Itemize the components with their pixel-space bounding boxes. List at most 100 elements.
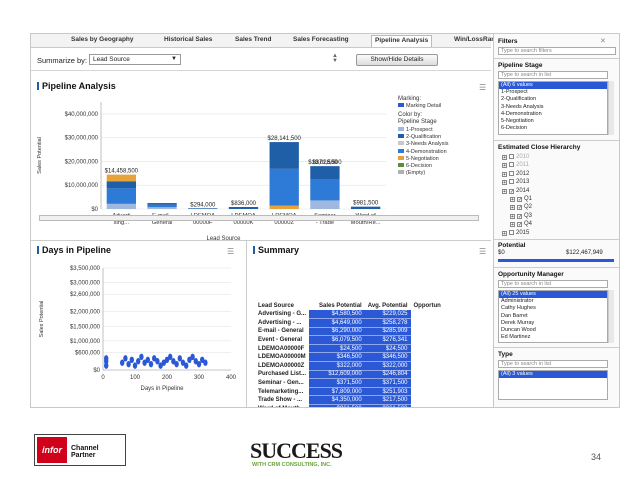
- filters-close-icon[interactable]: ✕: [600, 37, 606, 45]
- days-panel-menu-icon[interactable]: ☰: [227, 247, 234, 256]
- manager-list-item[interactable]: Administrator: [499, 298, 607, 305]
- table-row[interactable]: LDEMOA00000Z $322,000 $322,000: [255, 361, 444, 371]
- table-row[interactable]: Telemarketing... $7,809,000 $251,903: [255, 387, 444, 397]
- table-row[interactable]: LDEMOA00000M $346,500 $346,500: [255, 352, 444, 363]
- stage-list-item[interactable]: 5-Negotiation: [499, 118, 607, 125]
- table-row[interactable]: Seminar - Gen... $371,500 $371,500: [255, 378, 444, 388]
- y-tick-label: $1,500,000: [70, 324, 101, 330]
- checkbox[interactable]: [509, 229, 514, 235]
- summary-column-header[interactable]: Lead Source: [255, 301, 309, 310]
- tree-node[interactable]: +2013: [502, 179, 532, 187]
- type-list-item[interactable]: (All) 3 values: [499, 371, 607, 379]
- stage-list-scrollbar[interactable]: [608, 81, 614, 135]
- tab-sales-trend[interactable]: Sales Trend: [235, 36, 272, 48]
- checkbox[interactable]: ✓: [517, 196, 522, 202]
- close-hierarchy-tree[interactable]: +2010 +2011 +2012 +2013 + ✓ 2014 + ✓ Q1 + ✓ Q2 + ✓ Q3 + ✓…: [502, 154, 532, 238]
- manager-list-item[interactable]: Derek Murray: [499, 320, 607, 327]
- tab-historical-sales[interactable]: Historical Sales: [164, 36, 212, 48]
- manager-list-scrollbar[interactable]: [608, 290, 614, 343]
- potential-range-slider[interactable]: [498, 259, 614, 262]
- legend-item[interactable]: 6-Decision: [398, 163, 432, 169]
- legend-item[interactable]: 2-Qualification: [398, 134, 441, 140]
- bar-segment: [310, 166, 340, 179]
- summary-cell-empty: [411, 396, 444, 405]
- expand-icon[interactable]: +: [502, 155, 507, 161]
- checkbox[interactable]: [509, 154, 514, 159]
- checkbox[interactable]: ✓: [517, 222, 522, 228]
- table-row[interactable]: Trade Show - ... $4,350,000 $217,500: [255, 395, 444, 406]
- table-row[interactable]: Word of Mouth...$961,500$961,500: [255, 404, 444, 407]
- expand-icon[interactable]: +: [502, 171, 507, 177]
- stage-list-item[interactable]: 2-Qualification: [499, 96, 607, 103]
- expand-icon[interactable]: +: [502, 180, 507, 186]
- panel-menu-icon[interactable]: ☰: [479, 83, 486, 92]
- stage-list-item[interactable]: (All) 6 values: [499, 82, 607, 90]
- tab-sales-by-geography[interactable]: Sales by Geography: [71, 36, 134, 48]
- summary-column-header[interactable]: Avg. Potential: [365, 301, 411, 310]
- manager-list-item[interactable]: Ed Martinez: [499, 334, 607, 341]
- stage-list-item[interactable]: 3-Needs Analysis: [499, 104, 607, 111]
- tree-node[interactable]: + ✓ Q1: [502, 196, 532, 204]
- table-row[interactable]: Advertising - G... $4,580,500 $229,025: [255, 310, 444, 320]
- marking-detail-text: Marking Detail: [406, 103, 442, 109]
- tree-node[interactable]: +2015: [502, 229, 532, 238]
- tree-node[interactable]: + ✓ 2014: [502, 188, 532, 196]
- manager-list[interactable]: (All) 25 values Administrator Cathy Hughes…: [498, 290, 608, 343]
- stage-list-item[interactable]: 4-Demonstration: [499, 111, 607, 118]
- table-row[interactable]: Event - General $6,079,500 $276,341: [255, 335, 444, 345]
- table-row[interactable]: E-mail - General $6,290,000 $285,909: [255, 327, 444, 337]
- tree-node[interactable]: +2012: [502, 170, 532, 179]
- tree-node[interactable]: + ✓ Q2: [502, 204, 532, 212]
- manager-list-item[interactable]: (All) 25 values: [499, 291, 607, 299]
- expand-icon[interactable]: +: [502, 163, 507, 169]
- manager-list-item[interactable]: Cathy Hughes: [499, 305, 607, 312]
- tree-node[interactable]: + ✓ Q4: [502, 221, 532, 229]
- legend-item[interactable]: 4-Demonstration: [398, 148, 447, 155]
- stage-list-item[interactable]: 6-Decision: [499, 125, 607, 132]
- show-hide-details-button[interactable]: Show/Hide Details: [356, 54, 438, 66]
- checkbox[interactable]: [509, 162, 514, 168]
- table-row[interactable]: LDEMOA00000F $24,500 $24,500: [255, 344, 444, 354]
- filters-search-input[interactable]: Type to search filters: [498, 47, 616, 55]
- expand-icon[interactable]: +: [510, 222, 515, 228]
- checkbox[interactable]: [509, 179, 514, 185]
- tree-node-label: Q3: [524, 212, 533, 219]
- summary-panel-menu-icon[interactable]: ☰: [479, 247, 486, 256]
- stage-list[interactable]: (All) 6 values 1-Prospect 2-Qualification 3…: [498, 81, 608, 135]
- bar-chart-scrollbar[interactable]: [39, 215, 479, 221]
- tab-pipeline-analysis[interactable]: Pipeline Analysis: [371, 35, 433, 47]
- expand-icon[interactable]: +: [502, 188, 507, 194]
- legend-item[interactable]: 5-Negotiation: [398, 155, 439, 162]
- table-row[interactable]: Advertising - ... $4,649,000 $258,278: [255, 318, 444, 328]
- tree-node[interactable]: + ✓ Q3: [502, 213, 532, 221]
- legend-item[interactable]: 1-Prospect: [398, 127, 433, 133]
- expand-icon[interactable]: +: [510, 213, 515, 219]
- legend-item[interactable]: 3-Needs Analysis: [398, 141, 449, 147]
- table-row[interactable]: Purchased List... $12,609,000 $246,804: [255, 370, 444, 380]
- type-search-input[interactable]: Type to search in list: [498, 360, 608, 368]
- checkbox[interactable]: ✓: [517, 213, 522, 219]
- checkbox[interactable]: ✓: [509, 188, 514, 194]
- expand-icon[interactable]: +: [510, 205, 515, 211]
- stage-list-item[interactable]: 1-Prospect: [499, 89, 607, 96]
- manager-list-item[interactable]: Duncan Wood: [499, 327, 607, 334]
- checkbox[interactable]: [509, 170, 514, 176]
- legend-item[interactable]: (Empty): [398, 170, 425, 176]
- tab-rank[interactable]: Rank: [483, 36, 493, 48]
- summary-column-header[interactable]: Opportun: [411, 301, 444, 310]
- expand-icon[interactable]: +: [510, 196, 515, 202]
- summarize-select[interactable]: Lead Source ▼: [89, 54, 181, 65]
- tab-sales-forecasting[interactable]: Sales Forecasting: [293, 36, 349, 48]
- marking-detail-item[interactable]: Marking Detail: [398, 103, 441, 109]
- checkbox[interactable]: ✓: [517, 205, 522, 211]
- summary-column-header[interactable]: Sales Potential: [309, 301, 365, 310]
- up-down-arrows-icon[interactable]: ▲ ▼: [332, 53, 338, 64]
- expand-icon[interactable]: +: [502, 230, 507, 236]
- stage-search-input[interactable]: Type to search in list: [498, 71, 608, 79]
- manager-list-item[interactable]: Dan Barret: [499, 313, 607, 320]
- manager-search-input[interactable]: Type to search in list: [498, 280, 608, 288]
- tab-win-loss[interactable]: Win/Loss: [454, 36, 483, 48]
- type-list[interactable]: (All) 3 values: [498, 370, 608, 400]
- tree-node[interactable]: +2011: [502, 162, 532, 170]
- tree-node[interactable]: +2010: [502, 154, 532, 162]
